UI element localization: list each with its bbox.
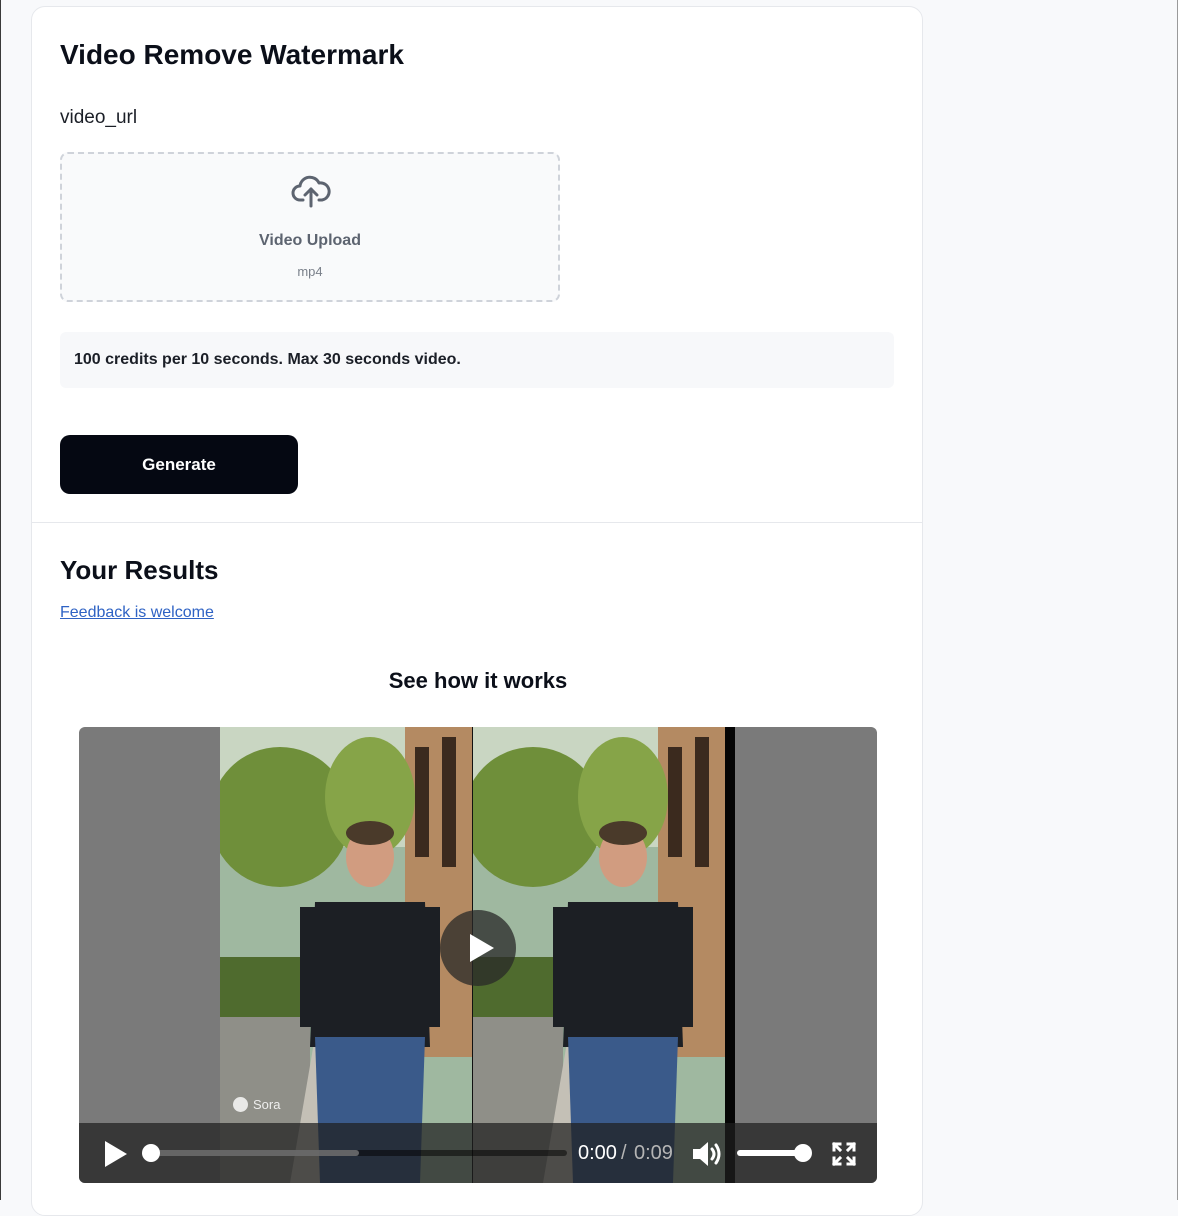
demo-title: See how it works: [388, 668, 568, 693]
upload-format-hint: mp4: [297, 264, 323, 279]
results-title: Your Results: [60, 555, 219, 585]
upload-label: Video Upload: [259, 232, 361, 249]
watermark-text: Sora: [253, 1097, 281, 1112]
seek-buffer: [151, 1150, 359, 1156]
sora-logo-icon: [233, 1097, 248, 1112]
video-controls: 0:00 / 0:09: [79, 1123, 877, 1183]
cloud-upload-icon: [291, 175, 331, 208]
video-frame-original: [220, 727, 472, 1183]
generate-button[interactable]: Generate: [60, 435, 298, 494]
demo-video-player[interactable]: Sora 0:00 / 0:09: [79, 727, 877, 1183]
fullscreen-icon[interactable]: [831, 1141, 857, 1167]
center-play-button[interactable]: [440, 910, 516, 986]
volume-thumb[interactable]: [794, 1144, 812, 1162]
current-time: 0:00: [578, 1142, 617, 1164]
tool-card: Video Remove Watermark video_url Video U…: [31, 6, 923, 1216]
sora-watermark: Sora: [233, 1097, 280, 1112]
play-icon[interactable]: [103, 1141, 127, 1167]
page-title: Video Remove Watermark: [60, 39, 404, 70]
total-time: 0:09: [634, 1142, 673, 1164]
seek-bar[interactable]: [142, 1144, 567, 1162]
volume-slider[interactable]: [737, 1144, 812, 1162]
section-divider: [32, 522, 922, 523]
video-url-label: video_url: [60, 107, 138, 128]
seek-thumb[interactable]: [142, 1144, 160, 1162]
time-separator: /: [621, 1142, 627, 1164]
video-frame-edge: [725, 727, 735, 1183]
volume-icon[interactable]: [691, 1139, 723, 1169]
credits-info: 100 credits per 10 seconds. Max 30 secon…: [60, 332, 894, 388]
page-background: Video Remove Watermark video_url Video U…: [0, 0, 1178, 1216]
feedback-link[interactable]: Feedback is welcome: [60, 604, 214, 622]
video-upload-dropzone[interactable]: Video Upload mp4: [60, 152, 560, 302]
